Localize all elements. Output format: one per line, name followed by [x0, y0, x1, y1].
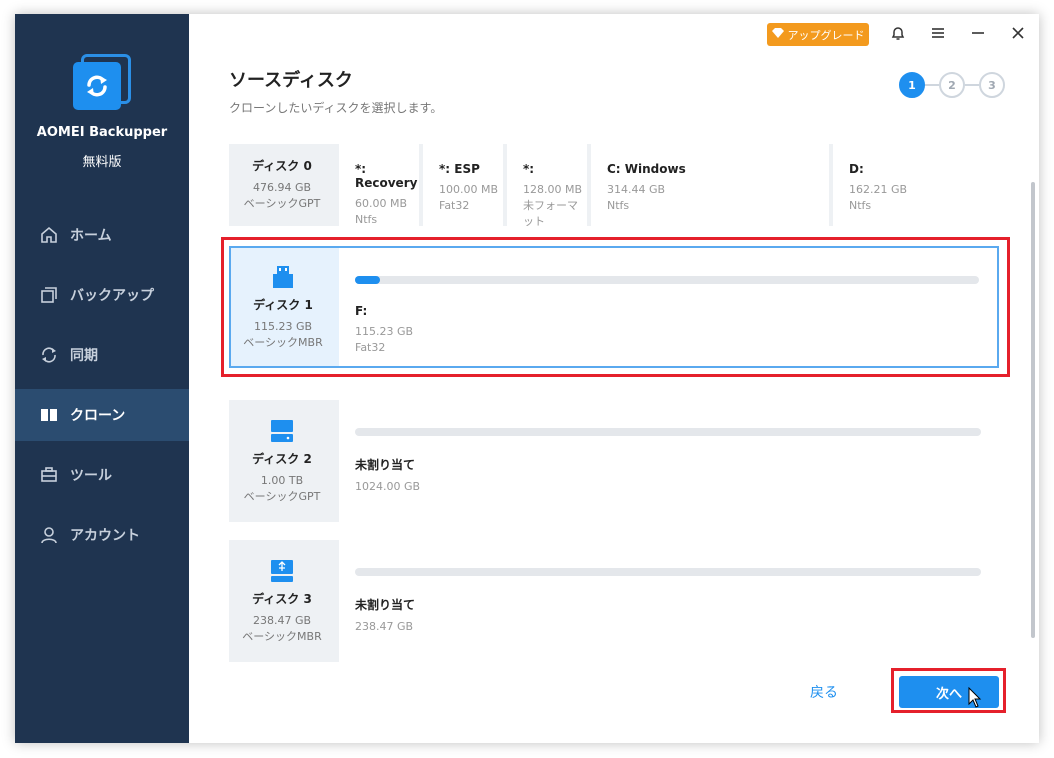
- home-icon: [38, 224, 60, 246]
- partition-size: 238.47 GB: [355, 620, 414, 633]
- disk-row-0[interactable]: ディスク 0 476.94 GB ベーシックGPT *: Recovery 60…: [229, 144, 999, 228]
- disk-size: 476.94 GB: [252, 180, 312, 194]
- sidebar-item-label: アカウント: [70, 528, 140, 544]
- sidebar-item-sync[interactable]: 同期: [15, 329, 189, 381]
- hard-disk-icon: [268, 418, 296, 448]
- partition-size: 60.00 MB: [355, 197, 408, 210]
- sync-icon: [38, 344, 60, 366]
- disk-style: ベーシックGPT: [243, 489, 321, 503]
- sidebar-item-clone[interactable]: クローン: [15, 389, 189, 441]
- partition-unformatted[interactable]: *: 128.00 MB 未フォーマット: [507, 144, 587, 228]
- back-button[interactable]: 戻る: [810, 682, 838, 702]
- disk-row-2[interactable]: ディスク 2 1.00 TB ベーシックGPT 未割り当て 1024.00 GB: [229, 400, 999, 522]
- next-button[interactable]: 次へ: [899, 676, 999, 708]
- step-indicator-1: 1: [899, 72, 925, 98]
- partition-label: D:: [849, 162, 864, 176]
- close-button[interactable]: [1005, 22, 1031, 48]
- minimize-icon: [970, 25, 986, 45]
- backup-icon: [38, 284, 60, 306]
- step-connector: [965, 84, 979, 86]
- page-title: ソースディスク: [229, 70, 353, 91]
- sidebar-item-label: バックアップ: [70, 288, 154, 304]
- sync-logo-icon: [73, 62, 121, 110]
- partition-d[interactable]: D: 162.21 GB Ntfs: [833, 144, 999, 226]
- partition-list: *: Recovery 60.00 MB Ntfs *: ESP 100.00 …: [339, 144, 999, 228]
- upgrade-button[interactable]: アップグレード: [767, 23, 869, 46]
- sidebar-item-backup[interactable]: バックアップ: [15, 269, 189, 321]
- hamburger-icon: [930, 25, 946, 45]
- partition-label: C: Windows: [607, 162, 686, 176]
- usb-disk-icon: [268, 558, 296, 588]
- disk-name: ディスク 3: [252, 591, 312, 606]
- disk-list: ディスク 0 476.94 GB ベーシックGPT *: Recovery 60…: [229, 144, 999, 664]
- app-logo: [73, 54, 131, 112]
- partition-size: 1024.00 GB: [355, 480, 421, 493]
- partition-fs: Ntfs: [607, 199, 630, 212]
- main-window: AOMEI Backupper 無料版 ホーム バックアップ 同期 クローン ツ…: [15, 14, 1039, 743]
- partition-fs: Ntfs: [355, 213, 378, 226]
- partition-size: 128.00 MB: [523, 183, 583, 196]
- upgrade-label: アップグレード: [787, 28, 865, 42]
- disk-style: ベーシックGPT: [243, 196, 321, 210]
- step-indicator-2: 2: [939, 72, 965, 98]
- partition-list: 未割り当て 238.47 GB: [339, 540, 999, 662]
- bell-icon: [890, 25, 906, 45]
- step-connector: [925, 84, 939, 86]
- scrollbar-thumb[interactable]: [1031, 182, 1035, 638]
- disk-row-3[interactable]: ディスク 3 238.47 GB ベーシックMBR 未割り当て 238.47 G…: [229, 540, 999, 662]
- partition-unallocated[interactable]: 未割り当て 1024.00 GB: [339, 400, 999, 522]
- disk-name: ディスク 2: [252, 451, 312, 466]
- notification-button[interactable]: [885, 22, 911, 48]
- selection-highlight: [221, 237, 1010, 377]
- partition-label: *: ESP: [439, 162, 480, 176]
- partition-size: 314.44 GB: [607, 183, 666, 196]
- usage-bar: [355, 568, 981, 576]
- partition-label: 未割り当て: [355, 458, 416, 472]
- sidebar: AOMEI Backupper 無料版 ホーム バックアップ 同期 クローン ツ…: [15, 14, 189, 743]
- app-edition: 無料版: [82, 155, 122, 170]
- disk-style: ベーシックMBR: [242, 629, 322, 643]
- account-icon: [38, 524, 60, 546]
- disk-size: 1.00 TB: [260, 473, 304, 487]
- tools-icon: [38, 464, 60, 486]
- partition-label: *:: [523, 162, 535, 176]
- disk-size: 238.47 GB: [252, 613, 312, 627]
- minimize-button[interactable]: [965, 22, 991, 48]
- disk-info: ディスク 3 238.47 GB ベーシックMBR: [229, 540, 335, 662]
- sidebar-item-label: 同期: [70, 348, 98, 364]
- step-indicator-3: 3: [979, 72, 1005, 98]
- partition-unallocated[interactable]: 未割り当て 238.47 GB: [339, 540, 999, 662]
- partition-windows[interactable]: C: Windows 314.44 GB Ntfs: [591, 144, 829, 226]
- page-subtitle: クローンしたいディスクを選択します。: [229, 101, 443, 115]
- diamond-icon: [771, 27, 784, 42]
- partition-label: 未割り当て: [355, 598, 416, 612]
- sidebar-item-label: クローン: [70, 408, 126, 424]
- partition-esp[interactable]: *: ESP 100.00 MB Fat32: [423, 144, 503, 226]
- partition-list: 未割り当て 1024.00 GB: [339, 400, 999, 522]
- sidebar-item-account[interactable]: アカウント: [15, 509, 189, 561]
- disk-info: ディスク 2 1.00 TB ベーシックGPT: [229, 400, 335, 522]
- partition-label: *: Recovery: [355, 162, 418, 190]
- sidebar-item-label: ツール: [70, 468, 112, 484]
- next-label: 次へ: [935, 686, 962, 702]
- disk-name: ディスク 0: [252, 158, 312, 173]
- partition-fs: 未フォーマット: [523, 199, 578, 228]
- partition-size: 100.00 MB: [439, 183, 499, 196]
- clone-icon: [38, 404, 60, 426]
- partition-fs: Ntfs: [849, 199, 872, 212]
- usage-bar: [355, 428, 981, 436]
- sidebar-item-label: ホーム: [70, 228, 112, 244]
- partition-fs: Fat32: [439, 199, 470, 212]
- sidebar-item-tools[interactable]: ツール: [15, 449, 189, 501]
- app-name: AOMEI Backupper: [36, 125, 168, 140]
- mouse-cursor-icon: [968, 686, 982, 713]
- close-icon: [1010, 25, 1026, 45]
- sidebar-item-home[interactable]: ホーム: [15, 209, 189, 261]
- partition-recovery[interactable]: *: Recovery 60.00 MB Ntfs: [339, 144, 419, 226]
- partition-size: 162.21 GB: [849, 183, 908, 196]
- menu-button[interactable]: [925, 22, 951, 48]
- disk-info: ディスク 0 476.94 GB ベーシックGPT: [229, 144, 335, 226]
